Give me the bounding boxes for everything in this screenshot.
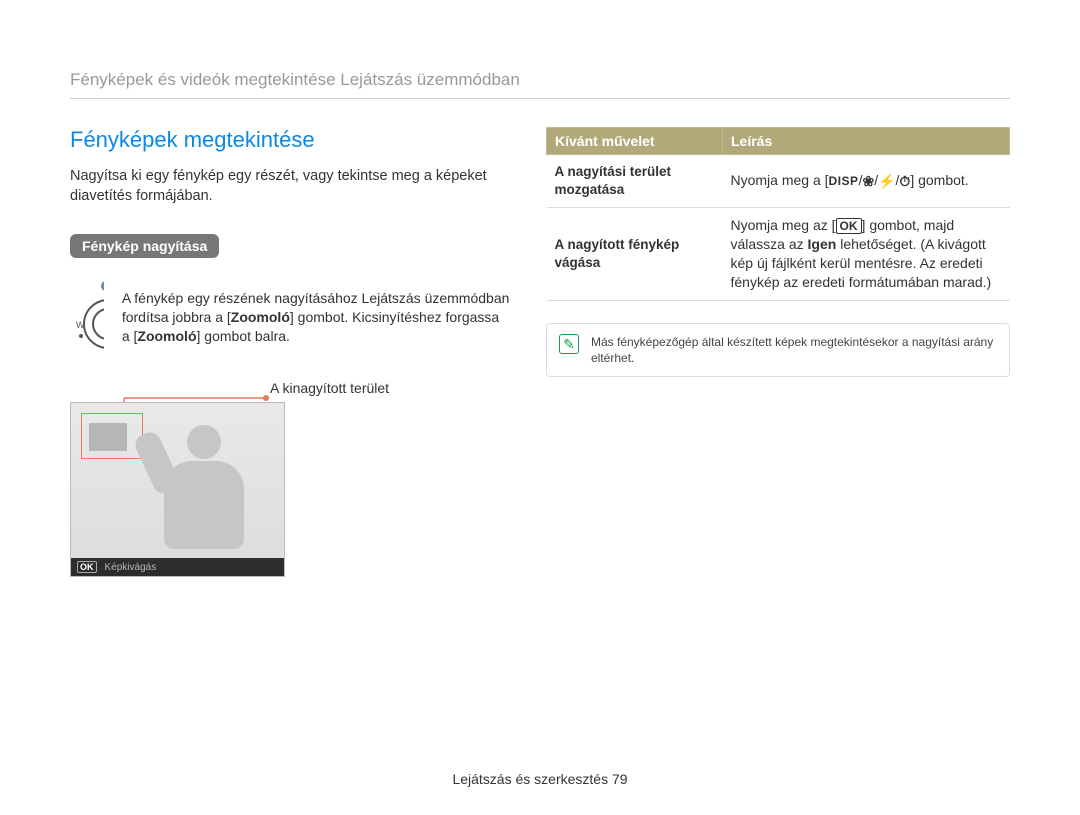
page-header: Fényképek és videók megtekintése Lejátsz…	[70, 70, 1010, 99]
action-table: Kívánt művelet Leírás A nagyítási terüle…	[546, 127, 1010, 301]
zoom-dial-icon: W T	[70, 280, 104, 354]
preview-screen: OK Képkivágás	[70, 402, 285, 577]
op-move-zoom: A nagyítási terület mozgatása	[547, 155, 723, 208]
desc-crop-zoom: Nyomja meg az [OK] gombot, majd válassza…	[723, 208, 1010, 301]
table-row: A nagyított fénykép vágása Nyomja meg az…	[547, 208, 1010, 301]
subsection-badge: Fénykép nagyítása	[70, 234, 219, 258]
page-footer: Lejátszás és szerkesztés 79	[0, 771, 1080, 787]
th-description: Leírás	[723, 128, 1010, 155]
dial-instruction: A fénykép egy részének nagyításához Lejá…	[122, 289, 510, 346]
note-box: ✎ Más fényképezőgép által készített képe…	[546, 323, 1010, 377]
timer-icon: ⏱	[899, 172, 910, 191]
zoomed-area-label: A kinagyított terület	[270, 380, 510, 396]
th-operation: Kívánt művelet	[547, 128, 723, 155]
preview-statusbar: OK Képkivágás	[71, 558, 284, 576]
section-title: Fényképek megtekintése	[70, 127, 510, 153]
intro-text: Nagyítsa ki egy fénykép egy részét, vagy…	[70, 167, 510, 206]
flash-icon: ⚡	[878, 172, 895, 191]
flower-icon: ❀	[862, 172, 874, 191]
dial-w-label: W	[76, 320, 85, 330]
note-text: Más fényképezőgép által készített képek …	[591, 334, 997, 366]
note-icon: ✎	[559, 334, 579, 354]
silhouette-icon	[151, 425, 256, 555]
preview-caption: Képkivágás	[105, 562, 157, 573]
desc-move-zoom: Nyomja meg a [DISP/❀/⚡/⏱] gombot.	[723, 155, 1010, 208]
zoom-rect	[89, 423, 127, 451]
table-row: A nagyítási terület mozgatása Nyomja meg…	[547, 155, 1010, 208]
disp-key-icon: DISP	[829, 174, 859, 188]
op-crop-zoom: A nagyított fénykép vágása	[547, 208, 723, 301]
ok-key-icon: OK	[77, 561, 97, 573]
ok-key-icon: OK	[836, 218, 862, 234]
